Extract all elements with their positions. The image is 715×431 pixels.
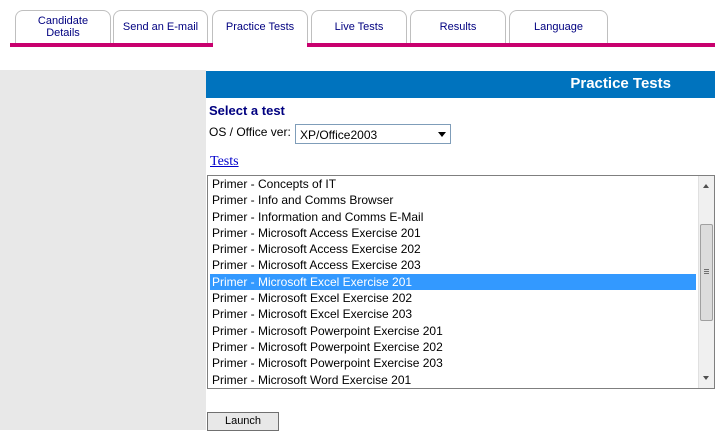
tab-label: Send an E-mail bbox=[122, 21, 199, 33]
list-item[interactable]: Primer - Microsoft Excel Exercise 203 bbox=[210, 306, 696, 322]
list-item[interactable]: Primer - Microsoft Powerpoint Exercise 2… bbox=[210, 339, 696, 355]
list-item[interactable]: Primer - Microsoft Powerpoint Exercise 2… bbox=[210, 323, 696, 339]
listbox-scrollbar[interactable] bbox=[698, 176, 714, 388]
tab-language[interactable]: Language bbox=[509, 10, 608, 43]
left-sidebar bbox=[0, 70, 206, 430]
list-item[interactable]: Primer - Microsoft Word Exercise 201 bbox=[210, 372, 696, 388]
tab-label: Language bbox=[534, 21, 583, 33]
tab-send-email[interactable]: Send an E-mail bbox=[113, 10, 208, 43]
scroll-up-arrow-icon[interactable] bbox=[703, 184, 709, 188]
tab-practice-tests[interactable]: Practice Tests bbox=[212, 10, 308, 43]
os-office-value: XP/Office2003 bbox=[300, 128, 378, 142]
tab-label: Details bbox=[46, 27, 80, 39]
list-item[interactable]: Primer - Information and Comms E-Mail bbox=[210, 209, 696, 225]
list-item[interactable]: Primer - Microsoft Access Exercise 201 bbox=[210, 225, 696, 241]
practice-tests-panel: Practice Tests Select a test OS / Office… bbox=[206, 70, 715, 431]
tab-label: Live Tests bbox=[334, 21, 384, 33]
list-item[interactable]: Primer - Concepts of IT bbox=[210, 176, 696, 192]
tests-list: Primer - Concepts of IT Primer - Info an… bbox=[210, 176, 696, 388]
launch-button[interactable]: Launch bbox=[207, 412, 279, 431]
tab-candidate-details[interactable]: Candidate Details bbox=[15, 10, 111, 43]
grip-icon bbox=[704, 269, 709, 270]
scrollbar-thumb[interactable] bbox=[700, 224, 713, 321]
tests-link[interactable]: Tests bbox=[210, 154, 239, 170]
active-tab-gap bbox=[213, 43, 307, 47]
tab-label: Practice Tests bbox=[225, 21, 295, 33]
panel-title: Practice Tests bbox=[570, 75, 671, 92]
tab-results[interactable]: Results bbox=[410, 10, 506, 43]
tests-listbox[interactable]: Primer - Concepts of IT Primer - Info an… bbox=[207, 175, 715, 389]
panel-header: Practice Tests bbox=[206, 71, 715, 98]
os-office-label: OS / Office ver: bbox=[209, 125, 291, 139]
scroll-down-arrow-icon[interactable] bbox=[703, 376, 709, 380]
chevron-down-icon bbox=[438, 132, 446, 137]
tab-label: Results bbox=[439, 21, 477, 33]
select-test-heading: Select a test bbox=[209, 103, 285, 118]
list-item-selected[interactable]: Primer - Microsoft Excel Exercise 201 bbox=[210, 273, 696, 291]
list-item[interactable]: Primer - Info and Comms Browser bbox=[210, 192, 696, 208]
list-item[interactable]: Primer - Microsoft Access Exercise 202 bbox=[210, 241, 696, 257]
list-item[interactable]: Primer - Microsoft Excel Exercise 202 bbox=[210, 290, 696, 306]
tab-underline bbox=[10, 43, 715, 47]
tab-label: Candidate bbox=[37, 15, 89, 27]
tab-bar: Candidate Details Send an E-mail Practice… bbox=[0, 0, 715, 48]
list-item[interactable]: Primer - Microsoft Powerpoint Exercise 2… bbox=[210, 355, 696, 371]
os-office-select[interactable]: XP/Office2003 bbox=[295, 124, 451, 144]
list-item[interactable]: Primer - Microsoft Access Exercise 203 bbox=[210, 257, 696, 273]
tab-live-tests[interactable]: Live Tests bbox=[311, 10, 407, 43]
